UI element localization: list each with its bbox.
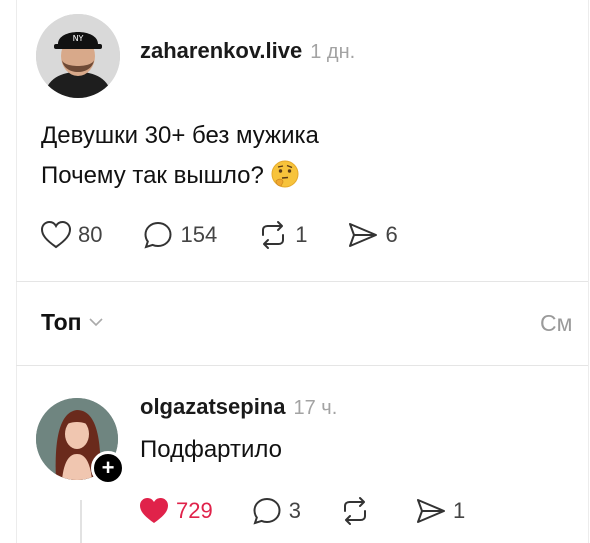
repost-icon [339, 496, 371, 526]
sort-label: Топ [41, 309, 82, 335]
commenter-username[interactable]: olgazatsepina [140, 394, 285, 420]
heart-filled-icon [138, 496, 170, 526]
right-edge [588, 0, 589, 543]
thinking-face-emoji-icon [270, 159, 300, 189]
commenter-avatar-wrap[interactable]: + [36, 398, 125, 485]
send-icon [415, 496, 447, 526]
comment-count: 154 [180, 222, 218, 247]
comment-actions: 729 3 1 [138, 496, 503, 526]
author-avatar[interactable]: NY [36, 14, 120, 98]
like-button[interactable]: 80 [40, 220, 102, 250]
replies-sort-dropdown[interactable]: Топ [41, 309, 104, 336]
comment-repost-button[interactable] [339, 496, 377, 526]
repost-button[interactable]: 1 [257, 220, 307, 250]
divider [16, 365, 588, 366]
comment-like-count: 729 [176, 498, 213, 523]
comment-share-count: 1 [452, 498, 466, 523]
comment-reply-button[interactable]: 3 [251, 496, 301, 526]
repost-count: 1 [295, 222, 308, 247]
share-count: 6 [385, 222, 398, 247]
follow-plus-button[interactable]: + [91, 451, 125, 485]
post-body: Девушки 30+ без мужика Почему так вышло? [41, 116, 319, 196]
comment-time: 17 ч. [293, 397, 338, 419]
repost-icon [257, 220, 289, 250]
post-line-2: Почему так вышло? [41, 162, 264, 189]
like-count: 80 [78, 222, 103, 247]
send-icon [347, 220, 379, 250]
see-activity-link[interactable]: См [540, 310, 588, 337]
post-time: 1 дн. [310, 41, 356, 63]
share-button[interactable]: 6 [347, 220, 398, 250]
comment-text: Подфартило [140, 436, 283, 463]
comment-reply-count: 3 [288, 498, 301, 523]
divider [16, 281, 588, 282]
comment-button[interactable]: 154 [142, 220, 217, 250]
comment-bubble-icon [251, 496, 283, 526]
author-username[interactable]: zaharenkov.live [140, 38, 302, 64]
comment-bubble-icon [142, 220, 174, 250]
post-line-1: Девушки 30+ без мужика [41, 122, 319, 149]
comment-like-button[interactable]: 729 [138, 496, 213, 526]
heart-icon [40, 220, 72, 250]
post-header: NY zaharenkov.live 1 дн. [36, 14, 355, 98]
comment-share-button[interactable]: 1 [415, 496, 465, 526]
thread-line [80, 500, 82, 543]
comment-header: olgazatsepina 17 ч. [140, 394, 337, 420]
svg-text:NY: NY [73, 34, 84, 43]
left-edge [16, 0, 17, 543]
post-actions: 80 154 1 6 [40, 220, 438, 250]
chevron-down-icon [88, 314, 104, 332]
